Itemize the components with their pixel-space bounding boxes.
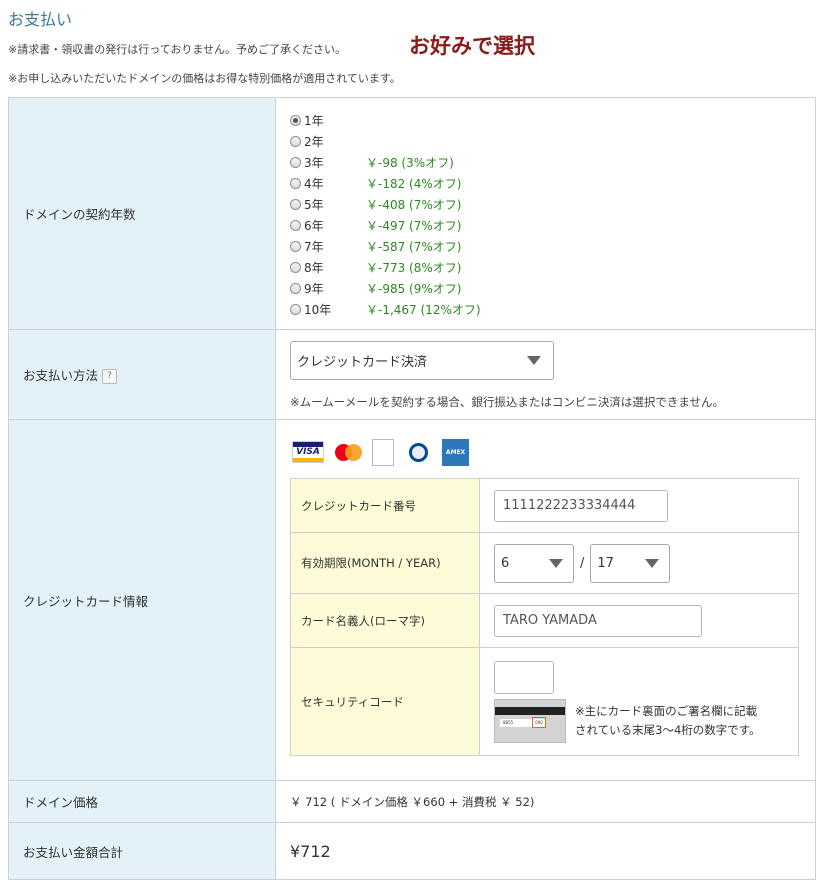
year-option-label: 10年 [304,302,332,317]
radio-button[interactable] [290,303,301,315]
card-info-label: クレジットカード情報 [8,419,276,781]
security-code-help: 8855 000 ※主にカード裏面のご署名欄に記載 されている末尾3〜4桁の数字… [494,698,798,743]
jcb-logo-icon [372,438,394,466]
expiry-row: 有効期限(MONTH / YEAR) 6 / 17 [290,532,799,594]
domain-price-label: ドメイン価格 [8,780,276,823]
year-option[interactable]: 3年 ￥-98 (3%オフ) [290,152,815,173]
year-option-label: 9年 [304,281,324,296]
card-holder-input[interactable]: TARO YAMADA [494,604,702,637]
year-option[interactable]: 7年 ￥-587 (7%オフ) [290,236,815,257]
security-code-input[interactable] [494,660,554,694]
security-code-note: ※主にカード裏面のご署名欄に記載 されている末尾3〜4桁の数字です。 [575,703,761,737]
card-info-cell: VISA AMEX クレジットカード番号 1111222233334444 有効… [275,419,816,781]
payment-method-label-cell: お支払い方法? [8,329,276,420]
total-label: お支払い金額合計 [8,822,276,880]
annotation-text: お好みで選択 [409,34,535,58]
payment-method-selected: クレジットカード決済 [297,354,428,370]
years-label: ドメインの契約年数 [8,97,276,330]
card-number-label: クレジットカード番号 [290,478,480,533]
year-option[interactable]: 8年 ￥-773 (8%オフ) [290,257,815,278]
radio-button-checked[interactable] [290,114,301,126]
expiry-cell: 6 / 17 [479,532,799,594]
years-radio-group: 1年 2年 3年 ￥-98 (3%オフ) 4年 ￥-182 (4%オフ) 5年 ￥-4… [290,108,815,320]
amex-logo-icon: AMEX [442,438,469,466]
year-option-label: 6年 [304,218,324,233]
year-option-label: 5年 [304,197,324,212]
security-code-row: セキュリティコード 8855 000 ※主にカード裏面のご署名欄に記載 されてい… [290,647,799,756]
year-option-label: 1年 [304,113,324,128]
payment-method-label: お支払い方法 [23,368,99,383]
security-code-cell: 8855 000 ※主にカード裏面のご署名欄に記載 されている末尾3〜4桁の数字… [479,647,799,756]
total-value: ¥712 [290,841,331,861]
card-number-row: クレジットカード番号 1111222233334444 [290,478,799,533]
card-details-table: クレジットカード番号 1111222233334444 有効期限(MONTH /… [290,478,799,756]
special-price-note: ※お申し込みいただいたドメインの価格はお得な特別価格が適用されています。 [8,72,401,85]
year-discount: ￥-985 (9%オフ) [366,281,462,296]
radio-button[interactable] [290,177,301,189]
year-discount: ￥-587 (7%オフ) [366,239,462,254]
domain-price-value: ￥ 712 ( ドメイン価格 ￥660 + 消費税 ￥ 52) [290,794,535,809]
year-discount: ￥-1,467 (12%オフ) [366,302,481,317]
dropdown-arrow-icon [527,355,541,365]
radio-button[interactable] [290,261,301,273]
payment-method-note: ※ムームーメールを契約する場合、銀行振込またはコンビニ決済は選択できません。 [290,394,724,409]
total-cell: ¥712 [275,822,816,880]
payment-table: ドメインの契約年数 1年 2年 3年 ￥-98 (3%オフ) 4年 ￥-182 (4… [8,97,816,880]
domain-price-cell: ￥ 712 ( ドメイン価格 ￥660 + 消費税 ￥ 52) [275,780,816,823]
card-brand-logos: VISA AMEX [292,438,799,466]
expiry-year-value: 17 [597,555,614,571]
total-row: お支払い金額合計 ¥712 [8,822,816,880]
year-option-label: 7年 [304,239,324,254]
radio-button[interactable] [290,282,301,294]
card-back-image: 8855 000 [494,698,566,743]
payment-method-select[interactable]: クレジットカード決済 [290,340,554,380]
dropdown-arrow-icon [645,558,660,568]
page-title: お支払い [8,10,73,29]
card-number-cell: 1111222233334444 [479,478,799,533]
card-holder-cell: TARO YAMADA [479,593,799,648]
radio-button[interactable] [290,135,301,147]
year-discount: ￥-497 (7%オフ) [366,218,462,233]
domain-price-row: ドメイン価格 ￥ 712 ( ドメイン価格 ￥660 + 消費税 ￥ 52) [8,780,816,823]
radio-button[interactable] [290,156,301,168]
radio-button[interactable] [290,219,301,231]
year-option[interactable]: 6年 ￥-497 (7%オフ) [290,215,815,236]
diners-logo-icon [403,440,433,465]
year-option[interactable]: 1年 [290,110,815,131]
payment-method-row: お支払い方法? クレジットカード決済 ※ムームーメールを契約する場合、銀行振込ま… [8,329,816,420]
year-option[interactable]: 2年 [290,131,815,152]
year-discount: ￥-98 (3%オフ) [366,155,454,170]
expiry-month-value: 6 [501,555,510,571]
expiry-separator: / [580,555,585,571]
card-number-input[interactable]: 1111222233334444 [494,489,668,522]
year-option-label: 8年 [304,260,324,275]
dropdown-arrow-icon [549,558,563,568]
card-info-row: クレジットカード情報 VISA AMEX クレジットカード番号 11112222… [8,419,816,781]
years-row: ドメインの契約年数 1年 2年 3年 ￥-98 (3%オフ) 4年 ￥-182 (4… [8,97,816,330]
radio-button[interactable] [290,240,301,252]
expiry-month-select[interactable]: 6 [494,543,574,583]
year-option[interactable]: 4年 ￥-182 (4%オフ) [290,173,815,194]
year-option-label: 4年 [304,176,324,191]
visa-logo-icon: VISA [292,441,324,463]
years-cell: 1年 2年 3年 ￥-98 (3%オフ) 4年 ￥-182 (4%オフ) 5年 ￥-4… [275,97,816,330]
mastercard-logo-icon [333,440,363,465]
security-code-label: セキュリティコード [290,647,480,756]
invoice-note: ※請求書・領収書の発行は行っておりません。予めご了承ください。 [8,43,347,56]
year-discount: ￥-408 (7%オフ) [366,197,462,212]
payment-method-cell: クレジットカード決済 ※ムームーメールを契約する場合、銀行振込またはコンビニ決済… [275,329,816,420]
year-discount: ￥-182 (4%オフ) [366,176,462,191]
card-holder-label: カード名義人(ローマ字) [290,593,480,648]
year-option[interactable]: 9年 ￥-985 (9%オフ) [290,278,815,299]
help-icon[interactable]: ? [102,369,118,384]
year-option-label: 2年 [304,134,324,149]
year-option[interactable]: 10年 ￥-1,467 (12%オフ) [290,299,815,320]
radio-button[interactable] [290,198,301,210]
expiry-year-select[interactable]: 17 [590,543,671,583]
year-option-label: 3年 [304,155,324,170]
expiry-label: 有効期限(MONTH / YEAR) [290,532,480,594]
year-discount: ￥-773 (8%オフ) [366,260,462,275]
card-holder-row: カード名義人(ローマ字) TARO YAMADA [290,593,799,648]
year-option[interactable]: 5年 ￥-408 (7%オフ) [290,194,815,215]
